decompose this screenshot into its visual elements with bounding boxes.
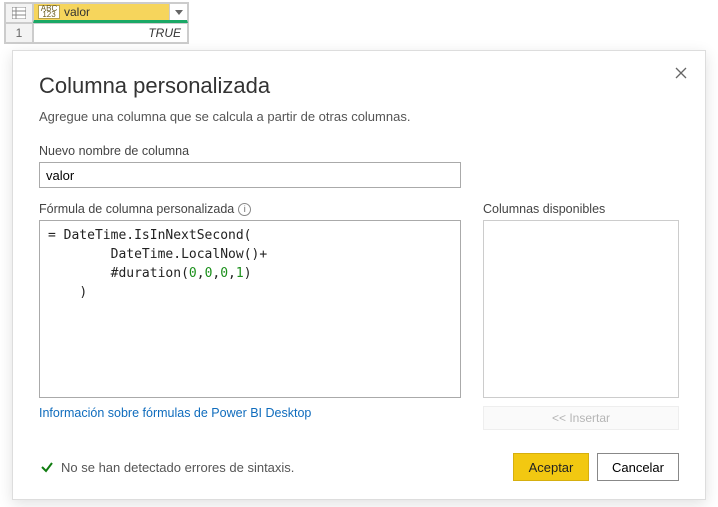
- custom-column-dialog: Columna personalizada Agregue una column…: [12, 50, 706, 500]
- syntax-status: No se han detectado errores de sintaxis.: [61, 460, 505, 475]
- column-name-input[interactable]: [39, 162, 461, 188]
- data-grid: ABC 123 valor 1 TRUE: [4, 2, 189, 44]
- accept-button[interactable]: Aceptar: [513, 453, 589, 481]
- table-corner-icon: [5, 3, 33, 23]
- info-icon[interactable]: i: [238, 203, 251, 216]
- cell-value: TRUE: [33, 23, 188, 43]
- name-label: Nuevo nombre de columna: [39, 144, 679, 158]
- dialog-subtitle: Agregue una columna que se calcula a par…: [39, 109, 679, 124]
- close-icon[interactable]: [671, 63, 691, 83]
- formula-label: Fórmula de columna personalizada i: [39, 202, 461, 216]
- column-filter-dropdown[interactable]: [169, 4, 187, 20]
- row-number: 1: [5, 23, 33, 43]
- formula-editor[interactable]: = DateTime.IsInNextSecond( DateTime.Loca…: [39, 220, 461, 398]
- column-header-label: valor: [64, 5, 90, 19]
- column-type-icon: ABC 123: [38, 5, 60, 19]
- learn-more-link[interactable]: Información sobre fórmulas de Power BI D…: [39, 406, 311, 420]
- check-icon: [39, 459, 55, 475]
- available-columns-label: Columnas disponibles: [483, 202, 679, 216]
- available-columns-list[interactable]: [483, 220, 679, 398]
- cancel-button[interactable]: Cancelar: [597, 453, 679, 481]
- dialog-title: Columna personalizada: [39, 73, 679, 99]
- column-header[interactable]: ABC 123 valor: [33, 3, 188, 23]
- insert-button: << Insertar: [483, 406, 679, 430]
